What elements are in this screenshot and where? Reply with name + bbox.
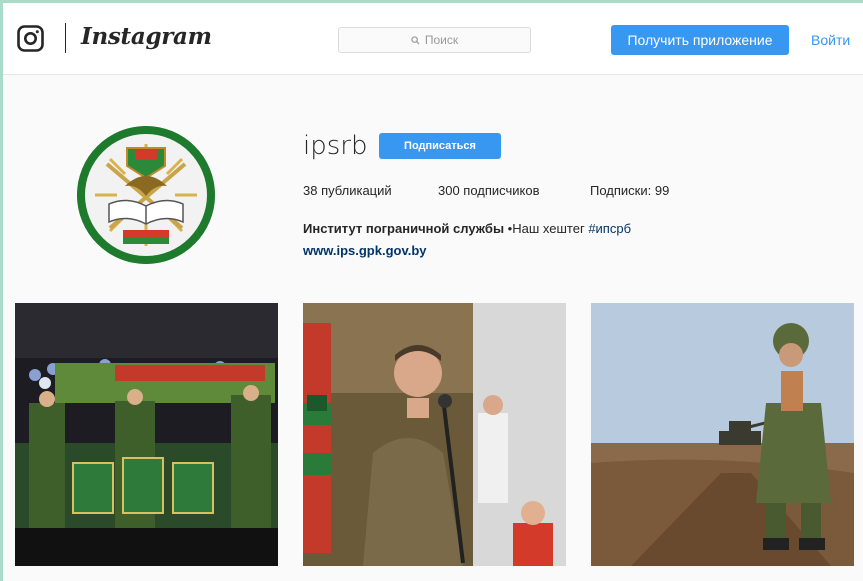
instagram-camera-icon[interactable] <box>17 25 44 52</box>
avatar[interactable] <box>77 126 215 264</box>
military-band-photo <box>15 303 278 566</box>
profile-username: ipsrb <box>303 131 368 161</box>
profile-website-link[interactable]: www.ips.gpk.gov.by <box>303 243 427 258</box>
bio-text: Наш хештег <box>512 221 589 236</box>
logo-divider <box>65 23 66 53</box>
soldier-field-tank-photo <box>591 303 854 566</box>
search-input[interactable]: Поиск <box>338 27 531 53</box>
photo-tile-1[interactable] <box>15 303 278 566</box>
bio-separator: • <box>504 221 513 236</box>
stat-followers[interactable]: 300 подписчиков <box>438 183 540 198</box>
photo-tile-3[interactable] <box>591 303 854 566</box>
profile-bio: Институт пограничной службы •Наш хештег … <box>303 221 631 236</box>
bio-name: Институт пограничной службы <box>303 221 505 236</box>
follow-button[interactable]: Подписаться <box>379 133 501 159</box>
bio-hashtag-link[interactable]: #ипсрб <box>588 221 631 236</box>
instagram-wordmark[interactable]: Instagram <box>81 23 212 50</box>
stat-posts: 38 публикаций <box>303 183 392 198</box>
search-icon <box>411 35 420 45</box>
login-link[interactable]: Войти <box>811 32 850 48</box>
top-nav-bar: Instagram Поиск Получить приложение Войт… <box>3 3 863 75</box>
stat-following[interactable]: Подписки: 99 <box>590 183 669 198</box>
get-app-button[interactable]: Получить приложение <box>611 25 789 55</box>
page-frame: Instagram Поиск Получить приложение Войт… <box>3 3 863 581</box>
search-placeholder: Поиск <box>424 33 459 47</box>
photo-tile-2[interactable] <box>303 303 566 566</box>
soldier-singing-photo <box>303 303 566 566</box>
border-guard-emblem-icon <box>77 126 215 264</box>
